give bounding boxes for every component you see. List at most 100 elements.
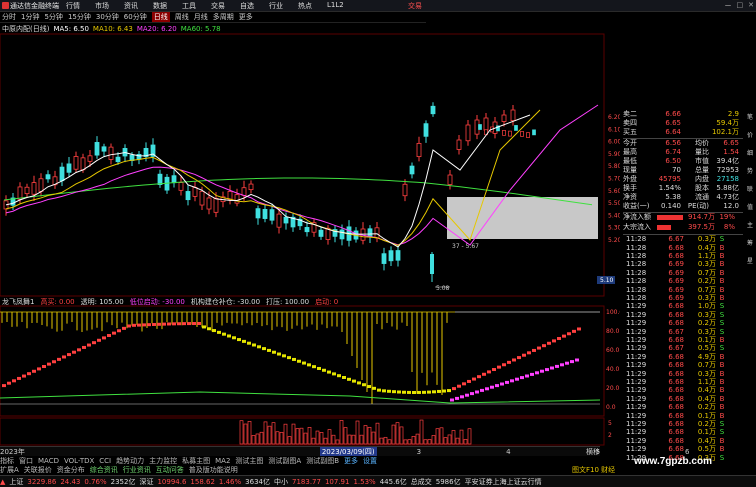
window-control-icon[interactable]: □ <box>737 1 744 11</box>
quote-value: 27158 <box>716 175 739 183</box>
indicator-tab[interactable]: VOL-TDX <box>64 457 94 465</box>
indicator-dot <box>422 390 426 394</box>
side-tab[interactable]: 星 <box>744 256 756 268</box>
indicator-dot <box>267 348 271 352</box>
side-tab[interactable]: 价 <box>744 130 756 142</box>
tick-time: 11:29 <box>626 327 647 336</box>
index-value: 2352亿 <box>110 477 136 486</box>
f10-link[interactable]: 图文F10 财经 <box>572 465 615 475</box>
index-value: 3229.86 <box>27 477 57 486</box>
price-axis-label: 5.70 <box>608 176 620 183</box>
tick-side: B <box>719 352 725 361</box>
window-controls: ー □ ✕ <box>720 1 755 11</box>
extension-tab[interactable]: 普及版功能说明 <box>189 465 238 475</box>
tick-side: B <box>719 293 725 302</box>
extension-tab[interactable]: 互动问答 <box>156 465 184 475</box>
indicator-dot <box>522 353 526 357</box>
order-book-row[interactable]: 买五 6.64 102.1万 <box>623 128 743 136</box>
candle-body <box>532 129 536 136</box>
indicator-axis-label: 40.0 <box>606 366 620 373</box>
extension-tab[interactable]: 扩展A <box>0 465 19 475</box>
indicator-tab[interactable]: MA2 <box>215 457 230 465</box>
quote-value: 12.0 <box>723 202 739 210</box>
indicator-tab[interactable]: 设置 <box>363 456 377 466</box>
side-tab[interactable]: 值 <box>744 202 756 214</box>
volume-bar <box>427 439 432 445</box>
side-tab[interactable]: 笔 <box>744 112 756 124</box>
side-tab[interactable]: 势 <box>744 166 756 178</box>
candle-body <box>520 131 524 137</box>
window-control-icon[interactable]: ー <box>725 1 732 11</box>
indicator-tab[interactable]: CCI <box>99 457 111 465</box>
quote-value: 1.54% <box>658 184 681 192</box>
kline-chart[interactable]: 6.20 6.10 6.00 5.90 5.80 5.70 5.60 5.50 5.40 5.30… <box>0 0 620 446</box>
indicator-dot <box>497 365 501 369</box>
volume-bar <box>363 425 368 445</box>
quote-row: 换手 1.54% 股本 5.88亿 <box>623 184 743 192</box>
indicator-tab[interactable]: 测试主图 <box>235 456 263 466</box>
tick-side: B <box>719 243 725 252</box>
quote-label: 收益(一) <box>623 202 650 210</box>
quote-row: 净资 5.38 流通 4.73亿 <box>623 193 743 201</box>
volume-bar <box>451 430 456 445</box>
order-book-row[interactable]: 卖四 6.65 59.4万 <box>623 119 743 127</box>
tick-price: 6.67 <box>668 344 684 353</box>
volume-bar <box>315 430 320 445</box>
window-control-icon[interactable]: ✕ <box>748 1 754 11</box>
extension-tab[interactable]: 综合资讯 <box>90 465 118 475</box>
tick-price: 6.69 <box>668 285 684 294</box>
indicator-dot <box>252 343 256 347</box>
tick-price: 6.69 <box>668 260 684 269</box>
indicator-tab[interactable]: 测试副图A <box>268 456 301 466</box>
side-tab[interactable]: 筹 <box>744 238 756 250</box>
tick-time: 11:29 <box>626 403 647 412</box>
indicator-dot <box>487 370 491 374</box>
indicator-dot <box>322 368 326 372</box>
tick-price: 6.67 <box>668 235 684 244</box>
volume-bar <box>407 439 412 445</box>
tick-side: S <box>719 235 725 244</box>
indicator-dot <box>207 327 211 331</box>
indicator-dot <box>177 322 181 326</box>
indicator-dot <box>427 390 431 394</box>
candle-body <box>59 166 65 182</box>
side-tab[interactable]: 主 <box>744 220 756 232</box>
date-axis-label: 3 <box>416 447 422 456</box>
extension-tab[interactable]: 资金分布 <box>57 465 85 475</box>
order-book-row[interactable]: 卖二 6.66 2.9 <box>623 110 743 118</box>
extension-tab[interactable]: 关联报价 <box>24 465 52 475</box>
volume-axis-label: 2 <box>608 432 612 439</box>
indicator-dot <box>222 332 226 336</box>
flow-bar <box>657 224 671 230</box>
tick-side: B <box>719 411 725 420</box>
tick-time: 11:29 <box>626 335 647 344</box>
flow-value: 397.5万 <box>687 223 715 231</box>
indicator-dot <box>182 322 186 326</box>
index-up-icon: ▲ <box>0 477 6 486</box>
tick-time: 11:29 <box>626 419 647 428</box>
indicator-dot <box>337 374 341 378</box>
volume-bar <box>303 432 308 445</box>
indicator-dot <box>142 323 146 327</box>
price-axis-label: 5.30 <box>608 225 620 232</box>
volume-bar <box>351 434 356 445</box>
index-value: 445.6亿 <box>379 477 407 486</box>
indicator-dot <box>297 359 301 363</box>
indicator-tab[interactable]: 更多 <box>344 456 358 466</box>
indicator-dot <box>262 347 266 351</box>
tick-time: 11:29 <box>626 302 647 311</box>
pan-button[interactable]: 横移 <box>586 447 600 457</box>
indicator-tab[interactable]: 测试副图B <box>306 456 339 466</box>
indicator-dot <box>437 389 441 393</box>
side-tab[interactable]: 细 <box>744 148 756 160</box>
candle-body <box>430 105 436 115</box>
indicator-dot <box>152 322 156 326</box>
indicator-dot <box>447 389 451 393</box>
indicator-tab[interactable]: MACD <box>38 457 59 465</box>
side-tab[interactable]: 联 <box>744 184 756 196</box>
indicator-dot <box>537 346 541 350</box>
indicator-dot <box>442 389 446 393</box>
extension-tab[interactable]: 行业资讯 <box>123 465 151 475</box>
tick-time: 11:29 <box>626 394 647 403</box>
volume-bar <box>267 425 272 445</box>
